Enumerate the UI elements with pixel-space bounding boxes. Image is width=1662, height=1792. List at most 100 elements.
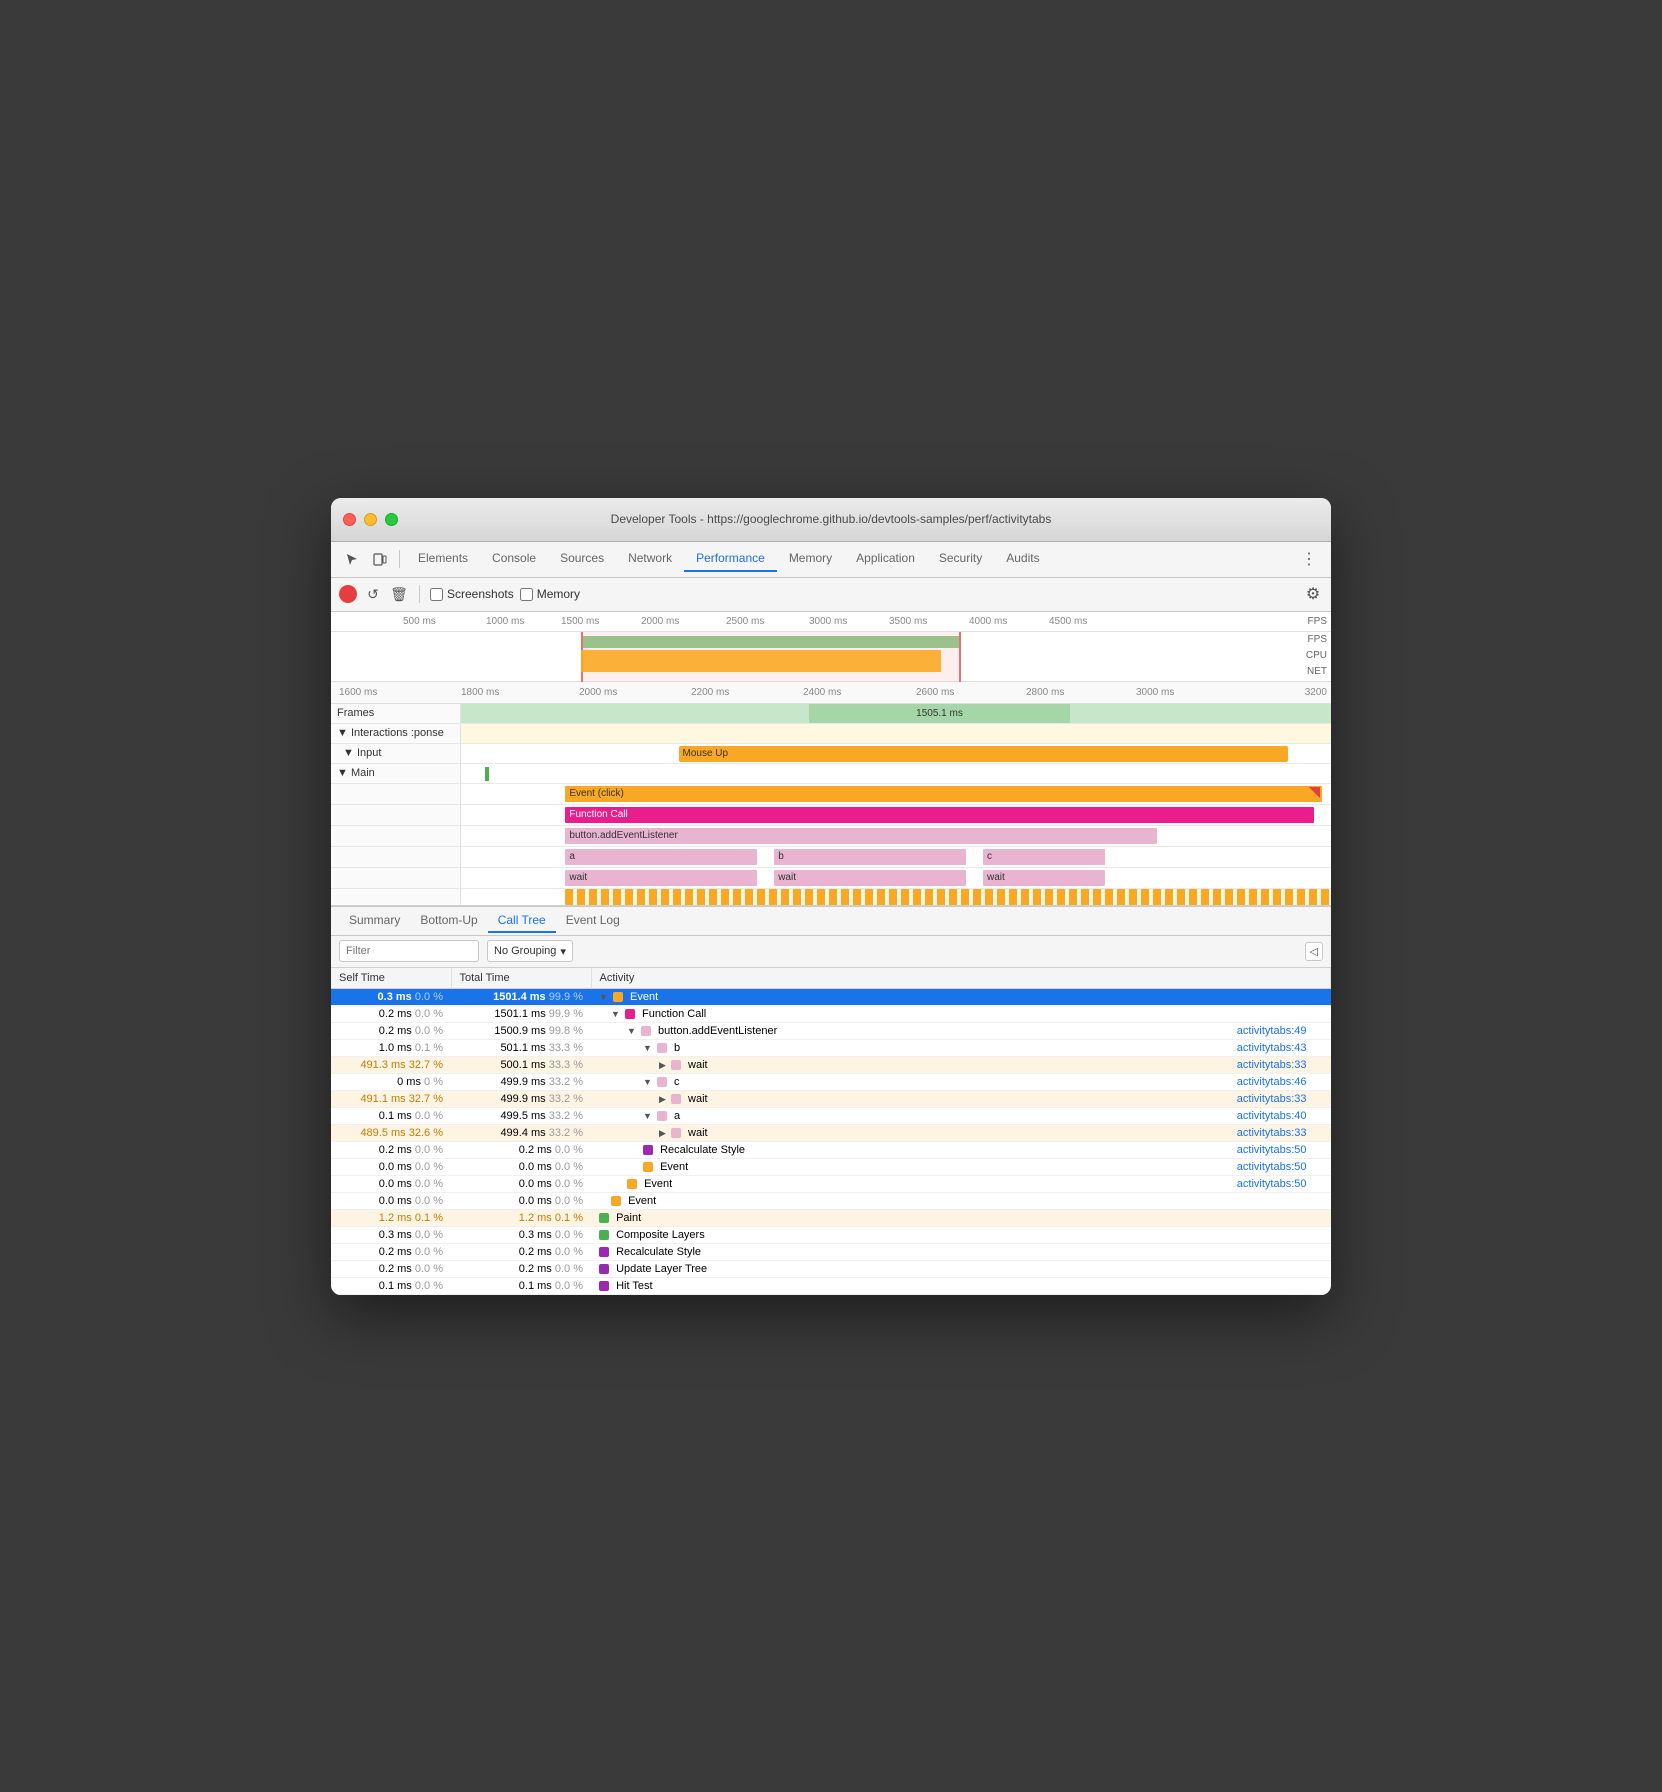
activity-name: button.addEventListener [658,1025,777,1037]
device-emulation-button[interactable] [367,546,393,572]
ruler-4000ms: 4000 ms [969,616,1007,627]
ruler-2500ms: 2500 ms [726,616,764,627]
self-time-cell: 0.1 ms 0.0 % [331,1107,451,1124]
bottom-tabs: Summary Bottom-Up Call Tree Event Log [331,906,1331,936]
tab-elements[interactable]: Elements [406,546,480,572]
table-row[interactable]: 0 ms 0 % 499.9 ms 33.2 % ▼ c activitytab… [331,1073,1331,1090]
event-red-corner [1308,787,1320,799]
tab-performance[interactable]: Performance [684,546,777,572]
ruler-2000ms: 2000 ms [641,616,679,627]
table-row[interactable]: 0.0 ms 0.0 % 0.0 ms 0.0 % Event activity… [331,1175,1331,1192]
total-time-cell: 499.5 ms 33.2 % [451,1107,591,1124]
self-time-cell: 0.2 ms 0.0 % [331,1260,451,1277]
source-link[interactable]: activitytabs:33 [1237,1127,1307,1139]
tab-call-tree[interactable]: Call Tree [488,909,556,933]
fps-cpu-net-area: FPS CPU NET [331,632,1331,682]
expand-icon: ▼ [643,1111,652,1121]
total-time-cell: 1.2 ms 0.1 % [451,1209,591,1226]
table-row[interactable]: 1.0 ms 0.1 % 501.1 ms 33.3 % ▼ b activit… [331,1039,1331,1056]
table-row[interactable]: 0.1 ms 0.0 % 499.5 ms 33.2 % ▼ a activit… [331,1107,1331,1124]
activity-name: wait [688,1127,708,1139]
activity-name: Event [628,1195,656,1207]
ruler-4500ms: 4500 ms [1049,616,1087,627]
table-row[interactable]: 0.2 ms 0.0 % 0.2 ms 0.0 % Update Layer T… [331,1260,1331,1277]
more-tabs-button[interactable]: ⋮ [1295,544,1323,574]
screenshots-checkbox[interactable] [430,588,443,601]
table-row[interactable]: 489.5 ms 32.6 % 499.4 ms 33.2 % ▶ wait a… [331,1124,1331,1141]
tab-sources[interactable]: Sources [548,546,616,572]
flame-left-empty-2 [331,805,461,825]
memory-checkbox[interactable] [520,588,533,601]
tab-event-log[interactable]: Event Log [556,909,630,933]
close-button[interactable] [343,513,356,526]
table-row[interactable]: 0.2 ms 0.0 % 1501.1 ms 99.9 % ▼ Function… [331,1005,1331,1022]
total-time-cell: 1500.9 ms 99.8 % [451,1022,591,1039]
source-link[interactable]: activitytabs:40 [1237,1110,1307,1122]
table-row[interactable]: 0.2 ms 0.0 % 0.2 ms 0.0 % Recalculate St… [331,1243,1331,1260]
activity-cell: Event activitytabs:50 [591,1158,1331,1175]
call-tree-table-container[interactable]: Self Time Total Time Activity 0.3 ms 0.0… [331,968,1331,1295]
activity-cell: ▼ c activitytabs:46 [591,1073,1331,1090]
tab-application[interactable]: Application [844,546,927,572]
activity-name: Hit Test [616,1280,652,1292]
table-row[interactable]: 491.3 ms 32.7 % 500.1 ms 33.3 % ▶ wait a… [331,1056,1331,1073]
tab-security[interactable]: Security [927,546,994,572]
ruler-2400ms: 2400 ms [803,687,841,698]
ruler-3000ms-b: 3000 ms [1136,687,1174,698]
source-link[interactable]: activitytabs:49 [1237,1025,1307,1037]
minimize-button[interactable] [364,513,377,526]
activity-color-swatch [627,1179,637,1189]
activity-name: Paint [616,1212,641,1224]
filter-input[interactable] [339,940,479,962]
flame-function-call-row: Function Call [331,805,1331,826]
cursor-tool-button[interactable] [339,546,365,572]
activity-name: Event [660,1161,688,1173]
table-row[interactable]: 0.2 ms 0.0 % 1500.9 ms 99.8 % ▼ button.a… [331,1022,1331,1039]
self-time-cell: 0.0 ms 0.0 % [331,1192,451,1209]
activity-color-swatch [613,992,623,1002]
activity-color-swatch [657,1043,667,1053]
source-link[interactable]: activitytabs:33 [1237,1093,1307,1105]
table-row[interactable]: 0.0 ms 0.0 % 0.0 ms 0.0 % Event activity… [331,1158,1331,1175]
activity-name: wait [688,1059,708,1071]
filter-row: No Grouping ▾ ◁ [331,936,1331,968]
tab-console[interactable]: Console [480,546,548,572]
maximize-button[interactable] [385,513,398,526]
settings-button[interactable]: ⚙ [1303,584,1323,604]
clear-button[interactable]: 🗑 [389,584,409,604]
self-time-cell: 489.5 ms 32.6 % [331,1124,451,1141]
source-link[interactable]: activitytabs:43 [1237,1042,1307,1054]
activity-color-swatch [599,1281,609,1291]
table-row[interactable]: 1.2 ms 0.1 % 1.2 ms 0.1 % Paint [331,1209,1331,1226]
table-row[interactable]: 0.2 ms 0.0 % 0.2 ms 0.0 % Recalculate St… [331,1141,1331,1158]
ruler-2000ms-b: 2000 ms [579,687,617,698]
source-link[interactable]: activitytabs:50 [1237,1178,1307,1190]
table-row[interactable]: 0.0 ms 0.0 % 0.0 ms 0.0 % Event [331,1192,1331,1209]
table-row[interactable]: 0.1 ms 0.0 % 0.1 ms 0.0 % Hit Test [331,1277,1331,1294]
tab-summary[interactable]: Summary [339,909,410,933]
activity-name: Function Call [642,1008,706,1020]
call-tree-table: Self Time Total Time Activity 0.3 ms 0.0… [331,968,1331,1295]
tab-network[interactable]: Network [616,546,684,572]
record-button[interactable] [339,585,357,603]
flame-left-empty-5 [331,868,461,888]
source-link[interactable]: activitytabs:50 [1237,1161,1307,1173]
source-link[interactable]: activitytabs:33 [1237,1059,1307,1071]
tab-audits[interactable]: Audits [994,546,1051,572]
interactions-row: ▼ Interactions :ponse [331,724,1331,744]
table-row[interactable]: 0.3 ms 0.0 % 0.3 ms 0.0 % Composite Laye… [331,1226,1331,1243]
table-row[interactable]: 491.1 ms 32.7 % 499.9 ms 33.2 % ▶ wait a… [331,1090,1331,1107]
activity-cell: Recalculate Style [591,1243,1331,1260]
tab-memory[interactable]: Memory [777,546,844,572]
table-body: 0.3 ms 0.0 % 1501.4 ms 99.9 % ▼ Event 0.… [331,988,1331,1294]
reload-record-button[interactable]: ↺ [363,584,383,604]
tab-bottom-up[interactable]: Bottom-Up [410,909,487,933]
collapse-button[interactable]: ◁ [1305,942,1323,961]
source-link[interactable]: activitytabs:46 [1237,1076,1307,1088]
self-time-cell: 0 ms 0 % [331,1073,451,1090]
activity-name: a [674,1110,680,1122]
source-link[interactable]: activitytabs:50 [1237,1144,1307,1156]
table-row[interactable]: 0.3 ms 0.0 % 1501.4 ms 99.9 % ▼ Event [331,988,1331,1005]
grouping-dropdown[interactable]: No Grouping ▾ [487,940,573,962]
activity-color-swatch [641,1026,651,1036]
